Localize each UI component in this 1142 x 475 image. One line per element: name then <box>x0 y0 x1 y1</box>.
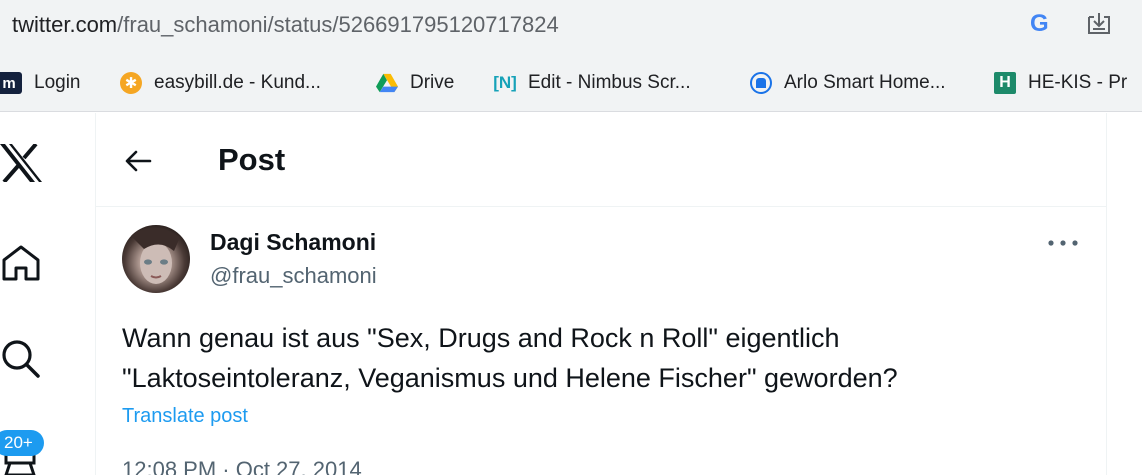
bookmark-arlo[interactable]: Arlo Smart Home... <box>750 70 946 96</box>
back-arrow-icon[interactable] <box>124 149 152 173</box>
bookmark-he-kis[interactable]: H HE-KIS - Pr <box>994 70 1127 96</box>
m-icon: m <box>0 72 22 94</box>
post-text: Wann genau ist aus "Sex, Drugs and Rock … <box>122 318 1082 398</box>
post-timestamp[interactable]: 12:08 PM · Oct 27, 2014 <box>122 456 362 475</box>
page-title: Post <box>218 142 286 177</box>
bookmark-easybill[interactable]: ✱ easybill.de - Kund... <box>120 70 321 96</box>
bookmark-label: Drive <box>410 72 455 93</box>
post-text-line: "Laktoseintoleranz, Veganismus und Helen… <box>122 363 898 393</box>
more-options-icon[interactable] <box>1046 238 1080 248</box>
url-host: twitter.com <box>12 12 118 37</box>
bookmarks-bar: m Login ✱ easybill.de - Kund... Drive [N… <box>0 52 1142 112</box>
avatar[interactable] <box>122 225 190 293</box>
bookmark-label: Login <box>34 72 81 93</box>
bookmark-label: easybill.de - Kund... <box>154 72 321 93</box>
google-drive-icon <box>376 73 398 93</box>
translate-post-link[interactable]: Translate post <box>122 403 248 429</box>
address-bar[interactable]: twitter.com/frau_schamoni/status/5266917… <box>0 0 1142 52</box>
avatar-photo <box>130 228 180 284</box>
he-kis-icon: H <box>994 72 1016 94</box>
x-logo-icon[interactable] <box>0 144 44 182</box>
url-path: /frau_schamoni/status/526691795120717824 <box>117 12 559 37</box>
search-icon[interactable] <box>0 338 42 380</box>
bookmark-label: HE-KIS - Pr <box>1028 72 1128 93</box>
notification-badge: 20+ <box>0 430 44 456</box>
google-icon[interactable]: G <box>1030 10 1049 38</box>
url-text[interactable]: twitter.com/frau_schamoni/status/5266917… <box>12 12 559 38</box>
bookmark-nimbus[interactable]: [N] Edit - Nimbus Scr... <box>493 70 691 96</box>
post-text-line: Wann genau ist aus "Sex, Drugs and Rock … <box>122 323 840 353</box>
bookmark-login[interactable]: m Login <box>0 70 81 96</box>
install-app-icon[interactable] <box>1086 11 1112 37</box>
notifications-icon[interactable] <box>0 453 40 475</box>
divider <box>1106 113 1107 475</box>
nimbus-icon-letter: N <box>498 73 512 92</box>
easybill-icon: ✱ <box>120 72 142 94</box>
bookmark-label: Edit - Nimbus Scr... <box>528 72 691 93</box>
user-handle[interactable]: @frau_schamoni <box>210 262 377 290</box>
bookmark-drive[interactable]: Drive <box>376 70 454 96</box>
left-nav: 20+ <box>0 113 96 475</box>
post-header: Post <box>96 113 1106 207</box>
display-name[interactable]: Dagi Schamoni <box>210 228 376 256</box>
bookmark-label: Arlo Smart Home... <box>784 72 946 93</box>
home-icon[interactable] <box>0 244 42 282</box>
arlo-icon <box>750 72 772 94</box>
nimbus-icon: [N] <box>493 73 517 92</box>
